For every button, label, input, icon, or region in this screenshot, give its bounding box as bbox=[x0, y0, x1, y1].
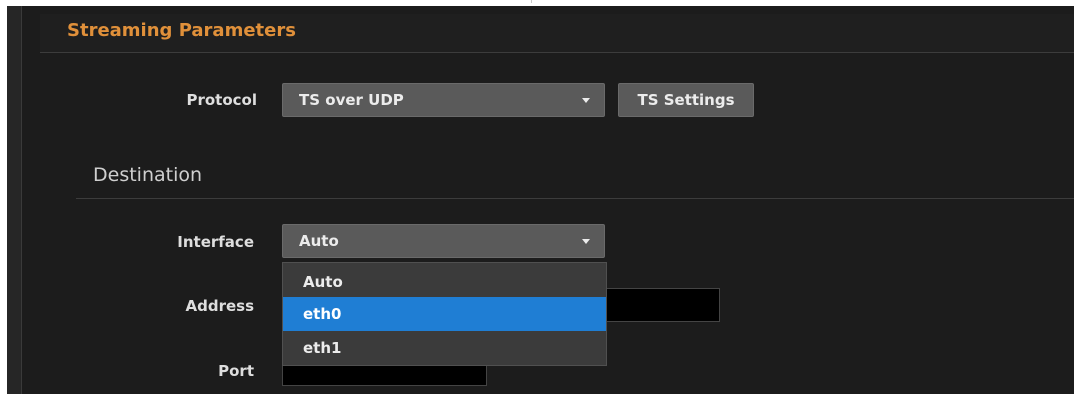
interface-label: Interface bbox=[177, 233, 254, 251]
destination-title: Destination bbox=[93, 164, 203, 186]
protocol-label: Protocol bbox=[186, 91, 257, 109]
top-edge-mark bbox=[531, 0, 532, 3]
ts-settings-button[interactable]: TS Settings bbox=[618, 83, 754, 117]
interface-dropdown-list: Auto eth0 eth1 bbox=[282, 262, 607, 366]
chevron-down-icon bbox=[582, 98, 590, 103]
section-title: Streaming Parameters bbox=[67, 20, 296, 41]
protocol-select[interactable]: TS over UDP bbox=[282, 83, 605, 117]
address-label: Address bbox=[185, 297, 254, 315]
streaming-parameters-header: Streaming Parameters bbox=[40, 14, 1074, 53]
interface-option-auto[interactable]: Auto bbox=[283, 265, 606, 299]
chevron-down-icon bbox=[582, 239, 590, 244]
left-panel-strip bbox=[7, 6, 22, 394]
protocol-select-value: TS over UDP bbox=[299, 91, 404, 109]
port-label: Port bbox=[218, 362, 254, 380]
destination-subsection: Destination bbox=[76, 158, 1074, 199]
interface-option-eth1[interactable]: eth1 bbox=[283, 331, 606, 365]
interface-select-value: Auto bbox=[299, 232, 339, 250]
interface-option-eth0[interactable]: eth0 bbox=[283, 297, 606, 331]
interface-select[interactable]: Auto bbox=[282, 224, 605, 258]
